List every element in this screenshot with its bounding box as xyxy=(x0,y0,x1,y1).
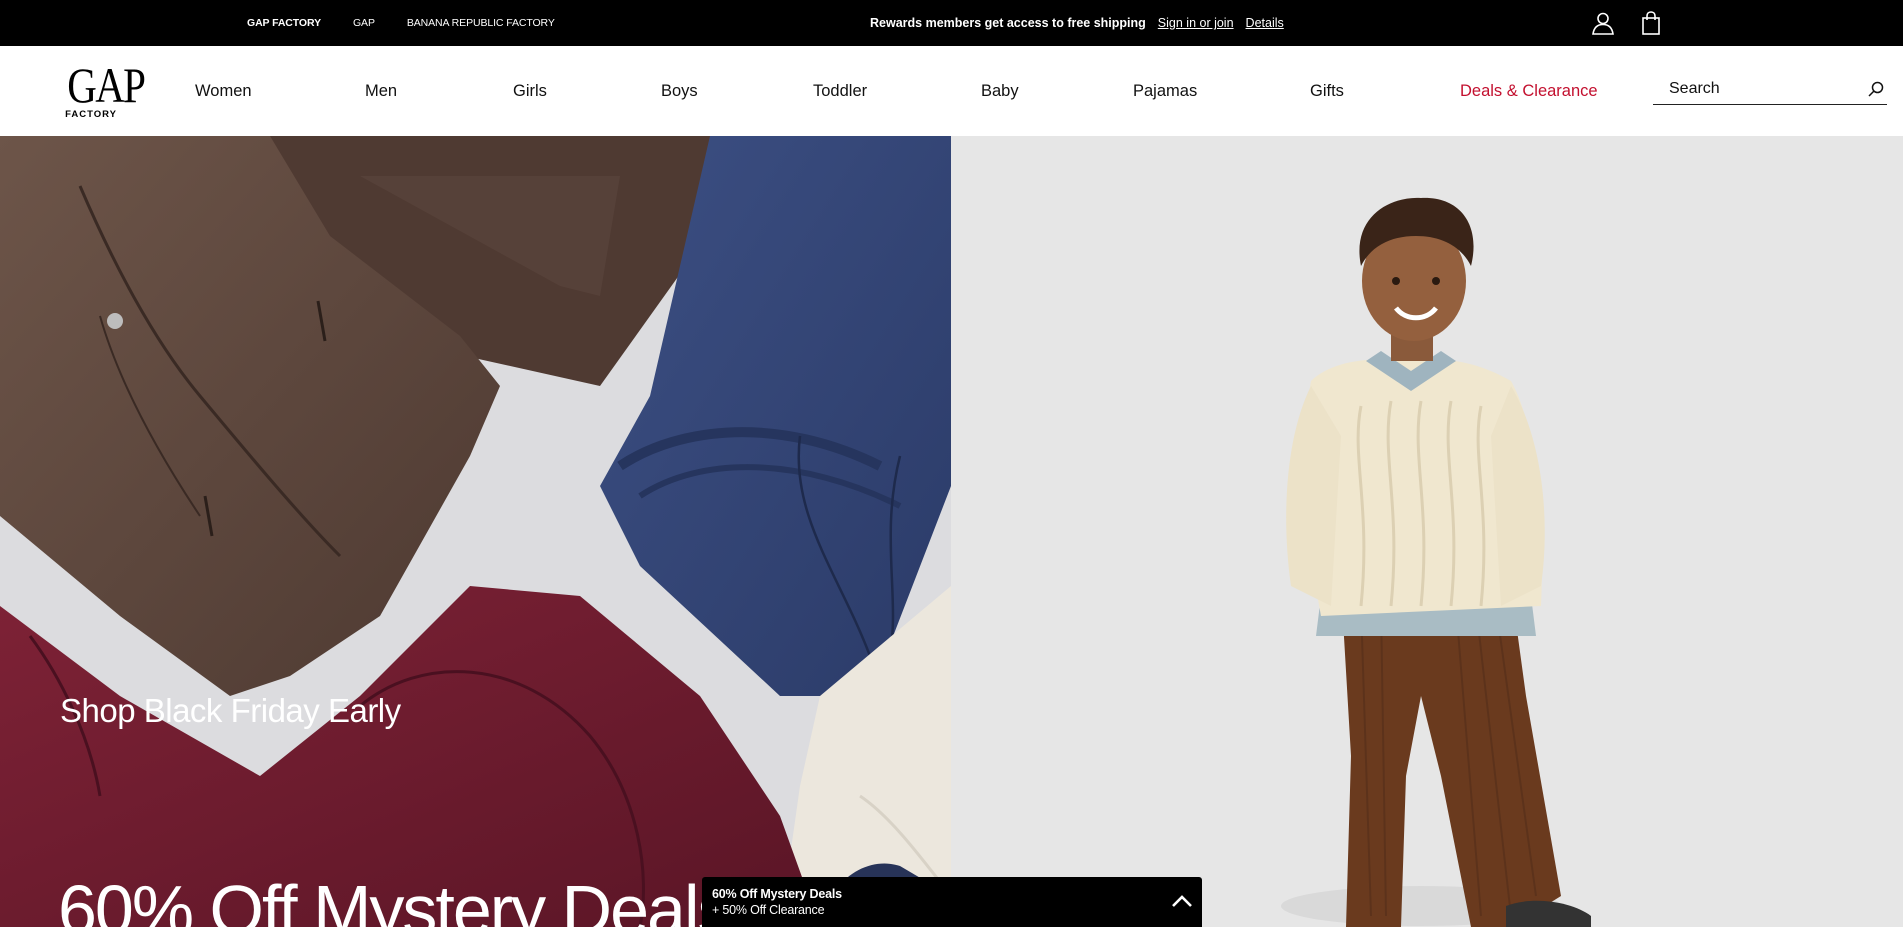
nav-item-toddler[interactable]: Toddler xyxy=(813,46,867,136)
details-link[interactable]: Details xyxy=(1246,16,1284,30)
hero-banner[interactable]: Shop Black Friday Early xyxy=(0,136,1903,927)
nav-item-men[interactable]: Men xyxy=(365,46,397,136)
logo-gap-text: GAP xyxy=(67,57,146,113)
search-input[interactable] xyxy=(1653,75,1843,103)
hero-image-boy-model xyxy=(951,136,1903,927)
main-navigation: GAP FACTORY Women Men Girls Boys Toddler… xyxy=(0,46,1903,136)
hero-image-folded-sweats xyxy=(0,136,951,927)
nav-item-pajamas[interactable]: Pajamas xyxy=(1133,46,1197,136)
chevron-up-icon[interactable] xyxy=(1170,889,1194,913)
gap-factory-logo[interactable]: GAP FACTORY xyxy=(62,57,146,124)
bag-icon[interactable] xyxy=(1638,10,1664,36)
brand-links: GAP FACTORY GAP BANANA REPUBLIC FACTORY xyxy=(247,0,555,46)
nav-item-girls[interactable]: Girls xyxy=(513,46,547,136)
rewards-promo: Rewards members get access to free shipp… xyxy=(870,0,1284,46)
search-box xyxy=(1653,75,1887,105)
account-icon[interactable] xyxy=(1590,10,1616,36)
drawer-line-2: + 50% Off Clearance xyxy=(712,903,825,917)
brand-link-gap[interactable]: GAP xyxy=(353,17,375,29)
nav-item-women[interactable]: Women xyxy=(195,46,252,136)
promo-drawer[interactable]: 60% Off Mystery Deals + 50% Off Clearanc… xyxy=(702,877,1202,927)
nav-item-gifts[interactable]: Gifts xyxy=(1310,46,1344,136)
rewards-message: Rewards members get access to free shipp… xyxy=(870,16,1146,30)
top-utility-bar: GAP FACTORY GAP BANANA REPUBLIC FACTORY … xyxy=(0,0,1903,46)
search-icon[interactable] xyxy=(1867,80,1885,98)
nav-item-deals-clearance[interactable]: Deals & Clearance xyxy=(1460,46,1598,136)
hero-headline: 60% Off Mystery Deals xyxy=(58,871,732,949)
brand-link-banana-republic-factory[interactable]: BANANA REPUBLIC FACTORY xyxy=(407,17,555,29)
nav-item-baby[interactable]: Baby xyxy=(981,46,1019,136)
drawer-line-1: 60% Off Mystery Deals xyxy=(712,887,842,901)
top-icons xyxy=(1590,10,1664,36)
brand-link-gap-factory[interactable]: GAP FACTORY xyxy=(247,17,321,29)
hero-eyebrow: Shop Black Friday Early xyxy=(60,692,401,729)
nav-item-boys[interactable]: Boys xyxy=(661,46,698,136)
sign-in-link[interactable]: Sign in or join xyxy=(1158,16,1234,30)
